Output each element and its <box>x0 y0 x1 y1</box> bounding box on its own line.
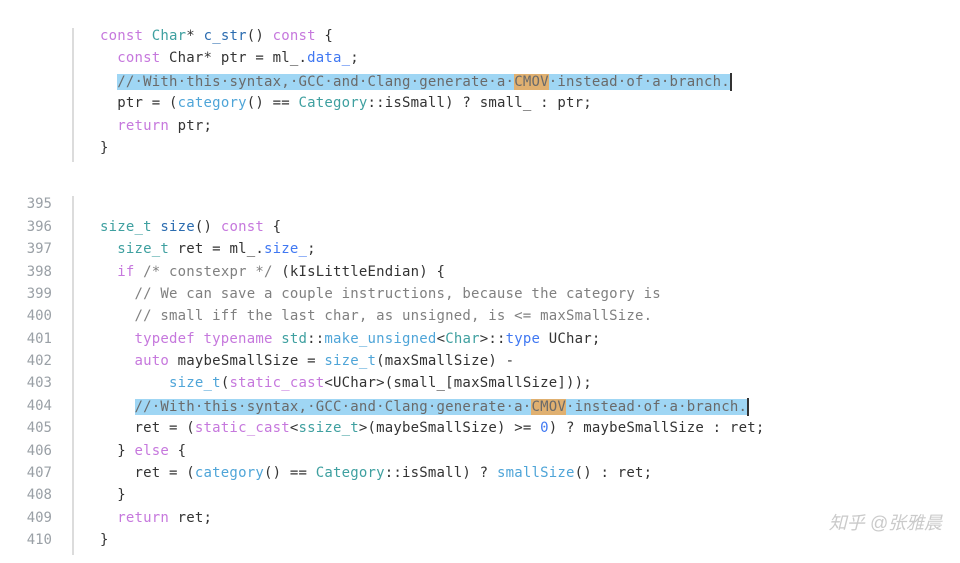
line-number: 409 <box>0 510 62 526</box>
code-content[interactable]: //·With·this·syntax,·GCC·and·Clang·gener… <box>84 398 960 416</box>
code-line[interactable]: 397 size_t ret = ml_.size_; <box>0 241 960 263</box>
code-line[interactable]: } <box>0 140 960 162</box>
code-content[interactable]: } <box>84 140 960 156</box>
code-content[interactable]: ret = (category() == Category::isSmall) … <box>84 465 960 481</box>
vertical-guide <box>62 487 84 509</box>
code-content[interactable]: //·With·this·syntax,·GCC·and·Clang·gener… <box>84 73 960 91</box>
code-content[interactable]: if /* constexpr */ (kIsLittleEndian) { <box>84 264 960 280</box>
line-number: 405 <box>0 420 62 436</box>
code-content[interactable]: const Char* ptr = ml_.data_; <box>84 50 960 66</box>
line-number: 408 <box>0 487 62 503</box>
code-content[interactable]: typedef typename std::make_unsigned<Char… <box>84 331 960 347</box>
line-number: 401 <box>0 331 62 347</box>
line-number: 404 <box>0 398 62 414</box>
line-number: 398 <box>0 264 62 280</box>
code-line[interactable]: 399 // We can save a couple instructions… <box>0 286 960 308</box>
code-line[interactable]: 410} <box>0 532 960 554</box>
line-number: 399 <box>0 286 62 302</box>
line-number: 410 <box>0 532 62 548</box>
line-number: 402 <box>0 353 62 369</box>
vertical-guide <box>62 398 84 420</box>
vertical-guide <box>62 140 84 162</box>
code-line[interactable]: 401 typedef typename std::make_unsigned<… <box>0 331 960 353</box>
line-number: 406 <box>0 443 62 459</box>
code-line[interactable]: 395 <box>0 196 960 218</box>
vertical-guide <box>62 532 84 554</box>
code-line[interactable]: const Char* c_str() const { <box>0 28 960 50</box>
code-content[interactable]: // small iff the last char, as unsigned,… <box>84 308 960 324</box>
code-content[interactable] <box>84 196 960 212</box>
line-number: 396 <box>0 219 62 235</box>
code-content[interactable]: return ptr; <box>84 118 960 134</box>
code-line[interactable]: //·With·this·syntax,·GCC·and·Clang·gener… <box>0 73 960 95</box>
code-line[interactable]: ptr = (category() == Category::isSmall) … <box>0 95 960 117</box>
code-editor[interactable]: const Char* c_str() const { const Char* … <box>0 0 960 555</box>
vertical-guide <box>62 118 84 140</box>
line-number: 403 <box>0 375 62 391</box>
code-line[interactable]: 398 if /* constexpr */ (kIsLittleEndian)… <box>0 264 960 286</box>
code-content[interactable]: ret = (static_cast<ssize_t>(maybeSmallSi… <box>84 420 960 436</box>
code-line[interactable]: 402 auto maybeSmallSize = size_t(maxSmal… <box>0 353 960 375</box>
code-line[interactable]: return ptr; <box>0 118 960 140</box>
code-content[interactable]: auto maybeSmallSize = size_t(maxSmallSiz… <box>84 353 960 369</box>
code-line[interactable]: 404 //·With·this·syntax,·GCC·and·Clang·g… <box>0 398 960 420</box>
code-line[interactable]: const Char* ptr = ml_.data_; <box>0 50 960 72</box>
code-content[interactable]: } <box>84 487 960 503</box>
vertical-guide <box>62 353 84 375</box>
code-line[interactable]: 406 } else { <box>0 443 960 465</box>
vertical-guide <box>62 308 84 330</box>
vertical-guide <box>62 241 84 263</box>
vertical-guide <box>62 50 84 72</box>
code-content[interactable]: size_t ret = ml_.size_; <box>84 241 960 257</box>
code-content[interactable]: const Char* c_str() const { <box>84 28 960 44</box>
code-line[interactable]: 405 ret = (static_cast<ssize_t>(maybeSma… <box>0 420 960 442</box>
vertical-guide <box>62 264 84 286</box>
vertical-guide <box>62 510 84 532</box>
line-number: 407 <box>0 465 62 481</box>
code-content[interactable]: ptr = (category() == Category::isSmall) … <box>84 95 960 111</box>
line-number: 395 <box>0 196 62 212</box>
code-content[interactable]: size_t size() const { <box>84 219 960 235</box>
line-number: 400 <box>0 308 62 324</box>
vertical-guide <box>62 375 84 397</box>
code-content[interactable]: size_t(static_cast<UChar>(small_[maxSmal… <box>84 375 960 391</box>
vertical-guide <box>62 196 84 218</box>
vertical-guide <box>62 443 84 465</box>
vertical-guide <box>62 219 84 241</box>
code-line[interactable]: 400 // small iff the last char, as unsig… <box>0 308 960 330</box>
code-line[interactable]: 408 } <box>0 487 960 509</box>
vertical-guide <box>62 73 84 95</box>
vertical-guide <box>62 28 84 50</box>
code-content[interactable]: } else { <box>84 443 960 459</box>
code-line[interactable]: 403 size_t(static_cast<UChar>(small_[max… <box>0 375 960 397</box>
code-line[interactable]: 409 return ret; <box>0 510 960 532</box>
vertical-guide <box>62 420 84 442</box>
vertical-guide <box>62 286 84 308</box>
code-content[interactable]: // We can save a couple instructions, be… <box>84 286 960 302</box>
code-line[interactable]: 407 ret = (category() == Category::isSma… <box>0 465 960 487</box>
line-number: 397 <box>0 241 62 257</box>
vertical-guide <box>62 465 84 487</box>
vertical-guide <box>62 331 84 353</box>
code-line[interactable]: 396 size_t size() const { <box>0 219 960 241</box>
code-content[interactable]: } <box>84 532 960 548</box>
code-content[interactable]: return ret; <box>84 510 960 526</box>
vertical-guide <box>62 95 84 117</box>
